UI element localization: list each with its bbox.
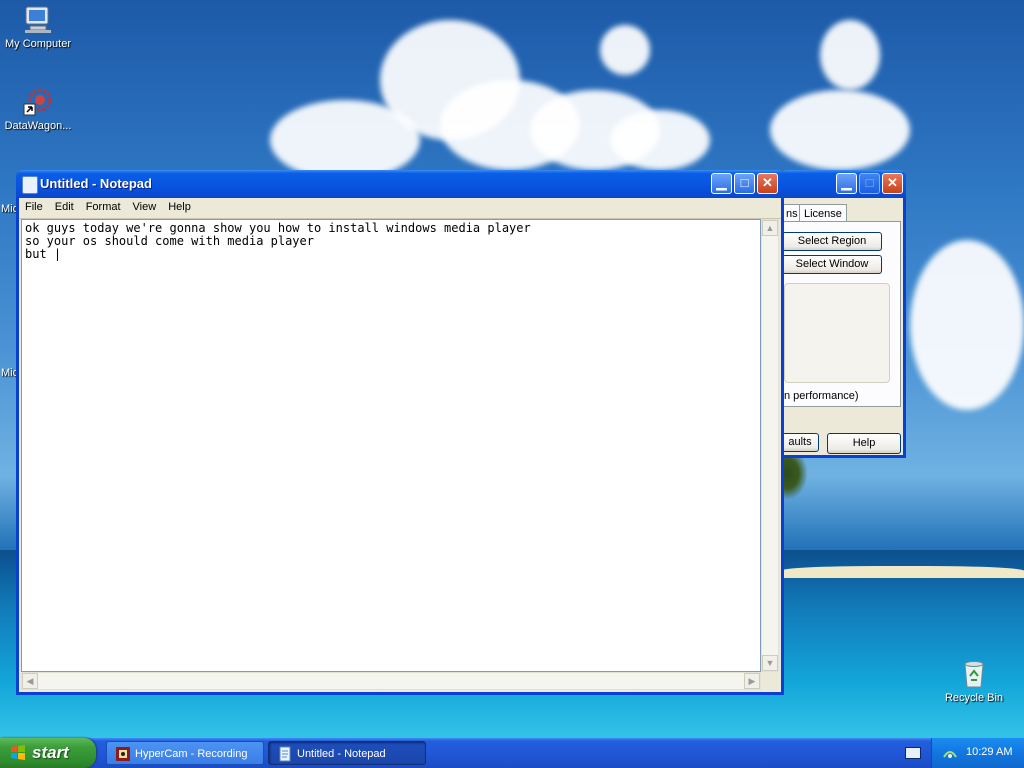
notepad-icon xyxy=(22,176,38,194)
close-icon: ✕ xyxy=(762,175,773,190)
scroll-right-button[interactable]: ▶ xyxy=(744,673,760,689)
defaults-button[interactable]: aults xyxy=(781,433,819,452)
keyboard-icon[interactable] xyxy=(905,747,921,759)
arrow-up-icon: ▲ xyxy=(765,223,775,233)
close-button[interactable]: ✕ xyxy=(757,173,778,194)
hypercam-window[interactable]: ▁ □ ✕ ns License Select Region Select Wi… xyxy=(780,170,906,458)
select-window-button[interactable]: Select Window xyxy=(782,255,882,274)
minimize-icon: ▁ xyxy=(716,175,727,190)
maximize-button[interactable]: □ xyxy=(734,173,755,194)
help-button[interactable]: Help xyxy=(827,433,901,454)
datawagon-icon xyxy=(22,86,54,118)
window-title: Untitled - Notepad xyxy=(40,176,152,191)
my-computer-icon xyxy=(22,4,54,36)
arrow-right-icon: ▶ xyxy=(748,676,756,686)
taskbar-item-label: HyperCam - Recording xyxy=(135,748,248,760)
recycle-bin-icon xyxy=(958,658,990,690)
hypercam-icon xyxy=(116,747,130,761)
vertical-scrollbar[interactable]: ▲ ▼ xyxy=(761,219,779,672)
select-region-button[interactable]: Select Region xyxy=(782,232,882,251)
system-tray: 10:29 AM xyxy=(931,738,1024,768)
text-line: ok guys today we're gonna show you how t… xyxy=(25,221,531,235)
maximize-icon: □ xyxy=(740,175,749,190)
arrow-left-icon: ◀ xyxy=(26,676,34,686)
start-label: start xyxy=(32,743,69,762)
network-icon[interactable] xyxy=(942,745,958,761)
hypercam-titlebar[interactable]: ▁ □ ✕ xyxy=(780,170,906,198)
arrow-down-icon: ▼ xyxy=(765,658,775,668)
minimize-button[interactable]: ▁ xyxy=(836,173,857,194)
close-icon: ✕ xyxy=(887,175,898,190)
text-line: so your os should come with media player xyxy=(25,234,314,248)
maximize-button: □ xyxy=(859,173,880,194)
desktop-icon-recycle-bin[interactable]: Recycle Bin xyxy=(934,658,1014,704)
taskbar-item-notepad[interactable]: Untitled - Notepad xyxy=(268,741,426,765)
text-line: but | xyxy=(25,247,62,261)
scroll-down-button[interactable]: ▼ xyxy=(762,655,778,671)
notepad-titlebar[interactable]: Untitled - Notepad ▁ □ ✕ xyxy=(16,170,784,198)
tab-license[interactable]: License xyxy=(799,204,847,222)
menu-view[interactable]: View xyxy=(127,198,163,213)
notepad-icon xyxy=(279,746,291,762)
windows-logo-icon xyxy=(11,745,25,760)
desktop-icon-label: My Computer xyxy=(4,38,72,50)
menu-bar: File Edit Format View Help xyxy=(19,198,781,219)
start-button[interactable]: start xyxy=(0,738,96,768)
desktop-icon-label: Recycle Bin xyxy=(944,692,1004,704)
taskbar-item-hypercam[interactable]: HyperCam - Recording xyxy=(106,741,264,765)
resize-grip-icon[interactable] xyxy=(761,672,779,690)
preview-box xyxy=(784,283,890,383)
scroll-left-button[interactable]: ◀ xyxy=(22,673,38,689)
minimize-button[interactable]: ▁ xyxy=(711,173,732,194)
menu-help[interactable]: Help xyxy=(162,198,197,213)
performance-text: n performance) xyxy=(784,390,859,402)
desktop-icon-my-computer[interactable]: My Computer xyxy=(0,4,78,50)
maximize-icon: □ xyxy=(865,175,874,190)
text-editor[interactable]: ok guys today we're gonna show you how t… xyxy=(21,219,761,672)
notepad-window[interactable]: Untitled - Notepad ▁ □ ✕ File Edit Format V… xyxy=(16,170,784,695)
horizontal-scrollbar[interactable]: ◀ ▶ xyxy=(21,672,761,690)
menu-edit[interactable]: Edit xyxy=(49,198,80,213)
scroll-up-button[interactable]: ▲ xyxy=(762,220,778,236)
taskbar: start HyperCam - Recording Untitled - No… xyxy=(0,738,1024,768)
taskbar-item-label: Untitled - Notepad xyxy=(297,748,386,760)
clock[interactable]: 10:29 AM xyxy=(966,746,1012,758)
minimize-icon: ▁ xyxy=(841,175,852,190)
hypercam-panel: Select Region Select Window n performanc… xyxy=(782,221,901,407)
desktop-icon-label: DataWagon... xyxy=(4,120,72,132)
menu-format[interactable]: Format xyxy=(80,198,127,213)
menu-file[interactable]: File xyxy=(19,198,49,213)
close-button[interactable]: ✕ xyxy=(882,173,903,194)
desktop-icon-datawagon[interactable]: DataWagon... xyxy=(0,86,78,132)
